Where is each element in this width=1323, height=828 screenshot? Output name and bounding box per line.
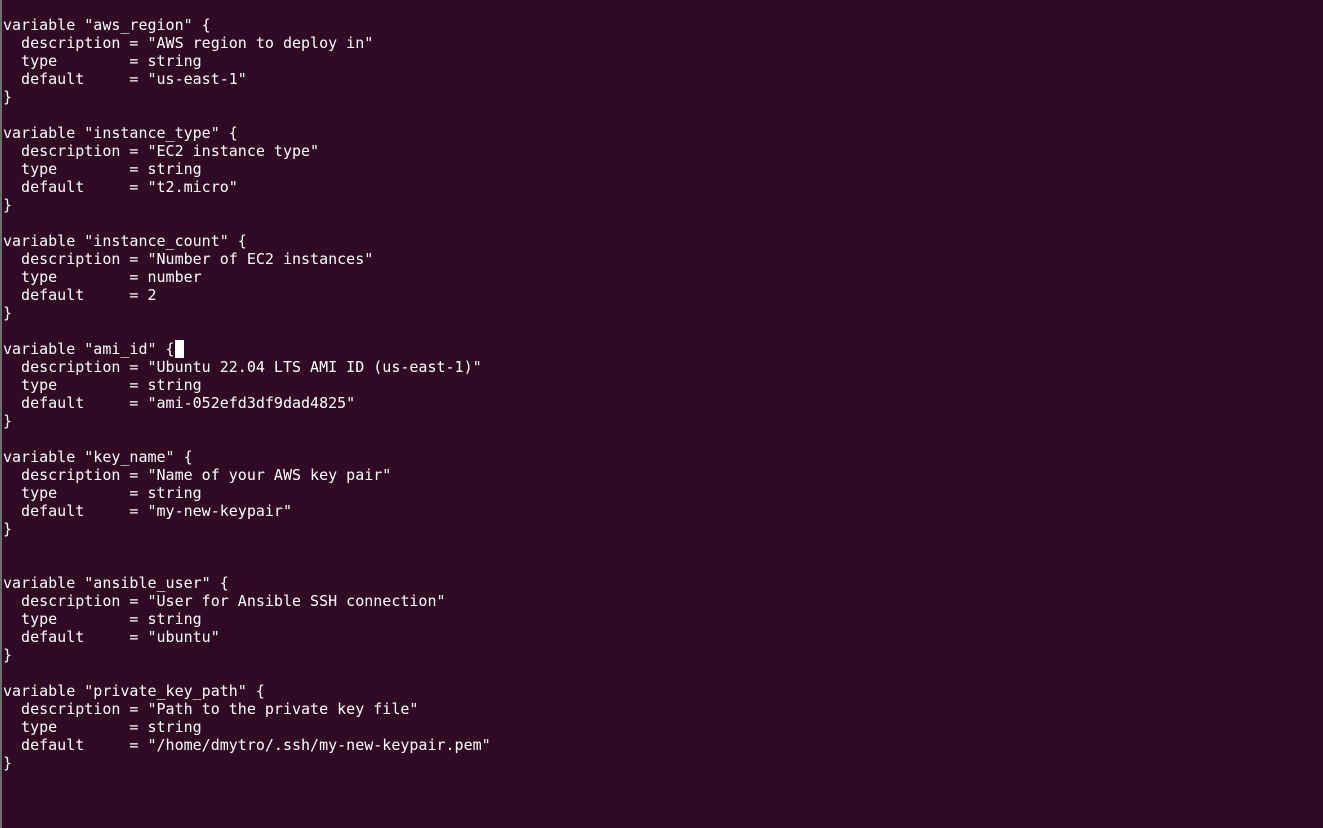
- code-line: type = string: [3, 376, 202, 394]
- code-line: }: [3, 412, 13, 430]
- code-line: description = "AWS region to deploy in": [3, 34, 374, 52]
- code-line: }: [3, 88, 13, 106]
- code-line: description = "Path to the private key f…: [3, 700, 419, 718]
- code-line: description = "User for Ansible SSH conn…: [3, 592, 446, 610]
- code-line: }: [3, 196, 13, 214]
- code-line: description = "EC2 instance type": [3, 142, 320, 160]
- code-line: variable "ami_id" {: [3, 340, 491, 358]
- editor-buffer[interactable]: variable "aws_region" { description = "A…: [3, 16, 491, 772]
- code-line: variable "aws_region" {: [3, 16, 211, 34]
- code-line: default = "us-east-1": [3, 70, 247, 88]
- code-line: default = "/home/dmytro/.ssh/my-new-keyp…: [3, 736, 491, 754]
- code-line: type = string: [3, 160, 202, 178]
- code-line: }: [3, 754, 13, 772]
- code-line: description = "Number of EC2 instances": [3, 250, 374, 268]
- code-line: }: [3, 646, 13, 664]
- code-line: variable "instance_count" {: [3, 232, 247, 250]
- code-line: description = "Name of your AWS key pair…: [3, 466, 392, 484]
- text-cursor: [174, 340, 184, 358]
- code-line: }: [3, 520, 13, 538]
- code-line: variable "key_name" {: [3, 448, 193, 466]
- code-line: default = "ami-052efd3df9dad4825": [3, 394, 356, 412]
- code-line: }: [3, 304, 13, 322]
- window-border: [0, 0, 2, 828]
- code-line: variable "private_key_path" {: [3, 682, 265, 700]
- code-line: type = string: [3, 718, 202, 736]
- terminal-window[interactable]: variable "aws_region" { description = "A…: [0, 0, 1323, 828]
- code-line: type = number: [3, 268, 202, 286]
- code-line: variable "instance_type" {: [3, 124, 238, 142]
- code-line: variable "ansible_user" {: [3, 574, 229, 592]
- code-line: default = "ubuntu": [3, 628, 220, 646]
- code-line: type = string: [3, 610, 202, 628]
- code-line: default = "t2.micro": [3, 178, 238, 196]
- code-line: type = string: [3, 484, 202, 502]
- code-line: default = 2: [3, 286, 157, 304]
- code-line: default = "my-new-keypair": [3, 502, 292, 520]
- code-line: description = "Ubuntu 22.04 LTS AMI ID (…: [3, 358, 482, 376]
- code-line: type = string: [3, 52, 202, 70]
